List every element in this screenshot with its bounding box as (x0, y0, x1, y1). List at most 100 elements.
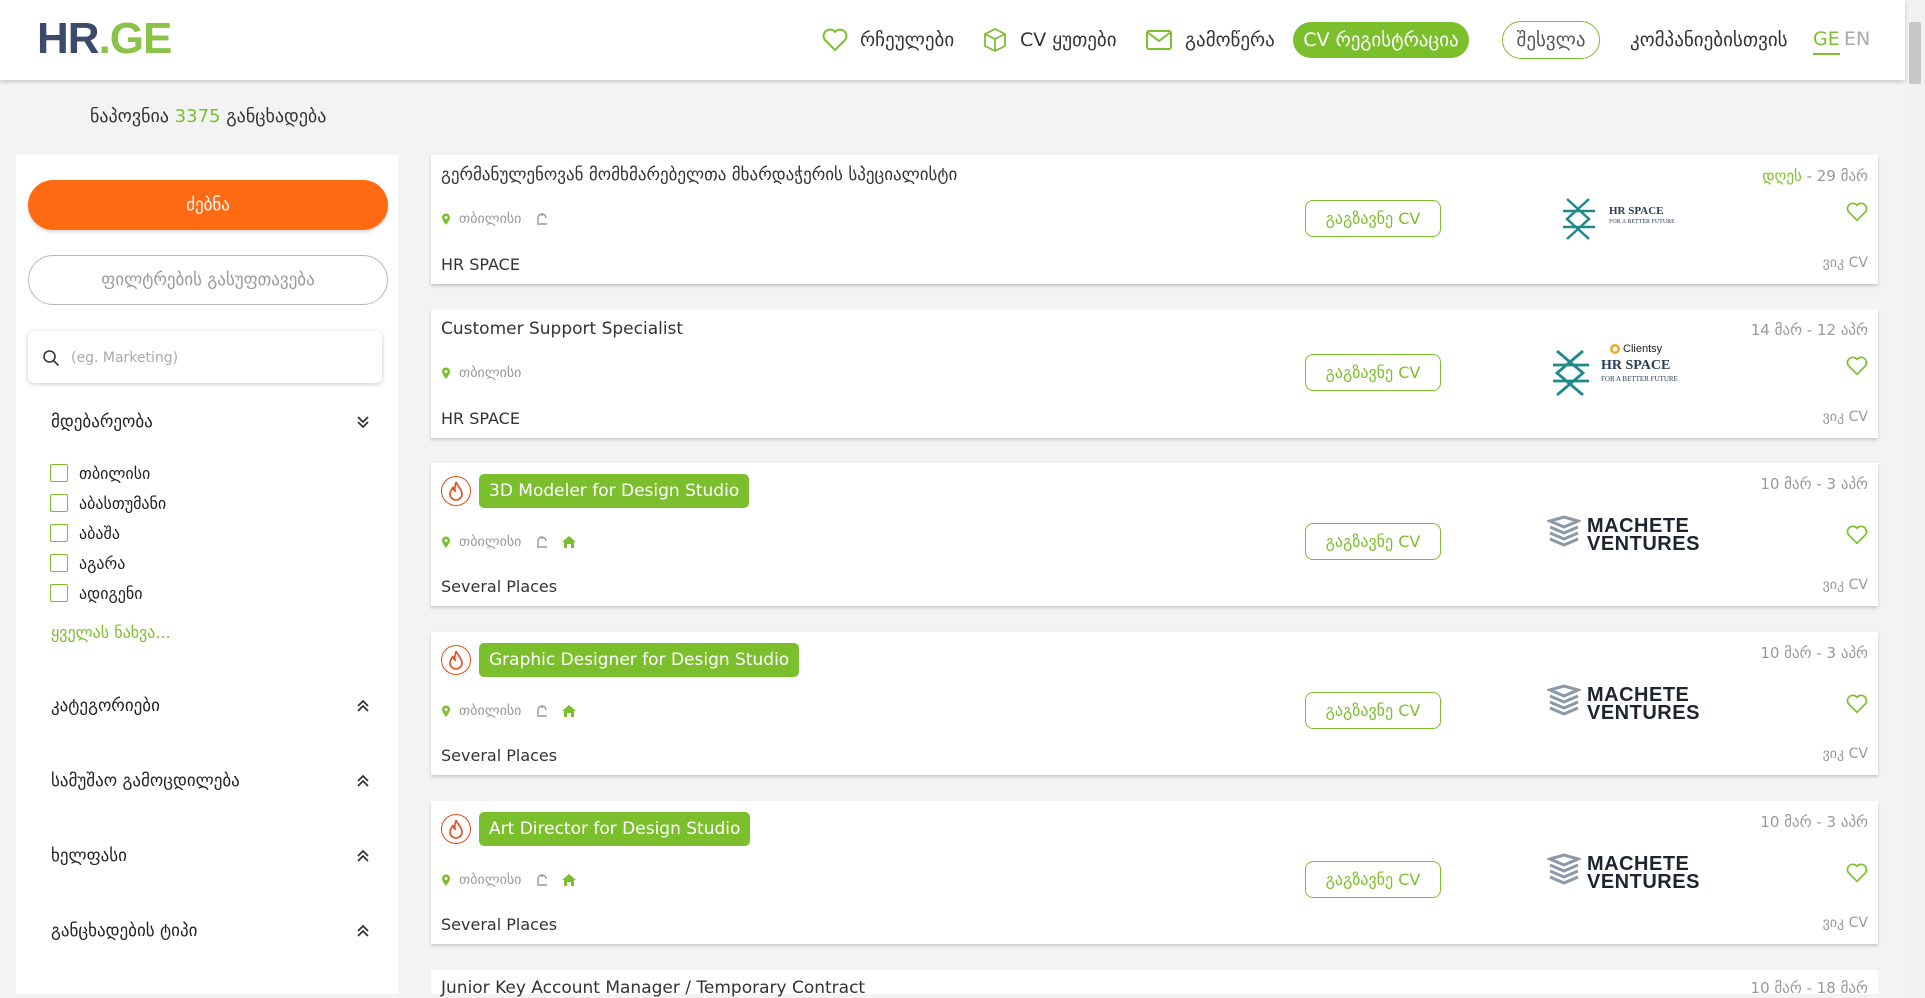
location-option[interactable]: ადიგენი (50, 581, 143, 605)
checkbox[interactable] (50, 554, 68, 572)
keyword-search-box (28, 331, 382, 383)
lang-ge[interactable]: GE (1813, 28, 1840, 55)
job-title[interactable]: Customer Support Specialist (441, 319, 683, 339)
filter-salary-toggle[interactable]: ხელფასი (51, 846, 381, 874)
page-scrollbar[interactable] (1905, 0, 1925, 994)
nav-favorites[interactable]: რჩეულები (822, 0, 954, 80)
location-option-label: აგარა (79, 553, 126, 573)
nav-subscribe[interactable]: გამოწერა (1145, 0, 1275, 80)
search-button[interactable]: ძებნა (28, 180, 388, 230)
cv-register-button[interactable]: CV რეგისტრაცია (1293, 22, 1469, 58)
logo-ge: GE (109, 14, 173, 63)
heart-icon[interactable] (1846, 694, 1868, 714)
send-cv-button[interactable]: გაგზავნე CV (1305, 523, 1441, 560)
job-meta: თბილისი (441, 365, 535, 381)
results-count: ნაპოვნია 3375 განცხადება (90, 106, 326, 127)
company-logo[interactable]: MACHETE VENTURES (1547, 513, 1707, 573)
filter-title: განცხადების ტიპი (51, 921, 198, 941)
job-card[interactable]: Graphic Designer for Design Studio 10 მა… (431, 632, 1878, 775)
location-option[interactable]: აბასთუმანი (50, 491, 166, 515)
filter-sidebar: ძებნა ფილტრების გასუფთავება მდებარეობა თ… (16, 155, 398, 994)
job-card[interactable]: გერმანულენოვან მომხმარებელთა მხარდაჭერის… (431, 155, 1878, 284)
location-option[interactable]: თბილისი (50, 461, 150, 485)
job-company[interactable]: Several Places (441, 746, 557, 765)
cv-tag: ვიკ CV (1822, 915, 1868, 931)
lang-en[interactable]: EN (1844, 28, 1870, 50)
chevron-double-up-icon (357, 699, 369, 712)
job-date: 10 მარ - 3 აპრ (1760, 475, 1868, 493)
location-option[interactable]: აგარა (50, 551, 125, 575)
chevron-double-down-icon (357, 416, 369, 429)
filter-location-toggle[interactable]: მდებარეობა (51, 412, 381, 440)
job-title[interactable]: Graphic Designer for Design Studio (479, 643, 800, 677)
job-company[interactable]: HR SPACE (441, 409, 520, 428)
job-title[interactable]: Art Director for Design Studio (479, 812, 751, 846)
job-date-range: 10 მარ - 3 აპრ (1760, 813, 1868, 831)
job-card[interactable]: Junior Key Account Manager / Temporary C… (431, 970, 1878, 998)
checkbox[interactable] (50, 524, 68, 542)
company-logo[interactable]: MACHETE VENTURES (1547, 851, 1707, 911)
job-company[interactable]: Several Places (441, 915, 557, 934)
send-cv-button[interactable]: გაგზავნე CV (1305, 354, 1441, 391)
see-all-locations-link[interactable]: ყველას ნახვა... (51, 623, 171, 642)
chevron-double-up-icon (357, 774, 369, 787)
home-icon (561, 535, 577, 549)
company-logo[interactable]: MACHETE VENTURES (1547, 682, 1707, 742)
clear-filters-button[interactable]: ფილტრების გასუფთავება (28, 255, 388, 305)
location-option[interactable]: აბაშა (50, 521, 120, 545)
heart-icon[interactable] (1846, 525, 1868, 545)
job-title[interactable]: გერმანულენოვან მომხმარებელთა მხარდაჭერის… (441, 165, 957, 185)
job-date-range: 10 მარ - 3 აპრ (1760, 644, 1868, 662)
nav-cv-boxes[interactable]: CV ყუთები (982, 0, 1117, 80)
job-card[interactable]: Art Director for Design Studio 10 მარ - … (431, 801, 1878, 944)
send-cv-button[interactable]: გაგზავნე CV (1305, 200, 1441, 237)
login-button[interactable]: შესვლა (1502, 21, 1600, 59)
send-cv-button[interactable]: გაგზავნე CV (1305, 692, 1441, 729)
location-pin-icon (442, 536, 450, 548)
job-card[interactable]: 3D Modeler for Design Studio 10 მარ - 3 … (431, 463, 1878, 606)
filter-categories-toggle[interactable]: კატეგორიები (51, 696, 381, 724)
site-logo[interactable]: HR.GE (37, 14, 173, 64)
heart-icon[interactable] (1846, 356, 1868, 376)
job-date: 10 მარ - 3 აპრ (1760, 813, 1868, 831)
results-number: 3375 (174, 106, 221, 127)
keyword-input[interactable] (69, 343, 373, 373)
checkbox[interactable] (50, 494, 68, 512)
job-city: თბილისი (459, 365, 522, 381)
checkbox[interactable] (50, 584, 68, 602)
chevron-double-up-icon (357, 924, 369, 937)
job-card[interactable]: Customer Support Specialist 14 მარ - 12 … (431, 309, 1878, 438)
nav-for-companies[interactable]: კომპანიებისთვის (1630, 0, 1788, 80)
location-option-label: თბილისი (79, 463, 151, 483)
hot-job-badge (441, 645, 471, 675)
heart-icon[interactable] (1846, 863, 1868, 883)
job-company[interactable]: HR SPACE (441, 255, 520, 274)
top-header: HR.GE რჩეულები CV ყუთები გამოწერა CV რეგ… (0, 0, 1905, 80)
job-city: თბილისი (459, 534, 522, 550)
location-option-label: აბასთუმანი (79, 493, 167, 513)
logo-text: VENTURES (1587, 871, 1700, 893)
cv-tag: ვიკ CV (1822, 746, 1868, 762)
filter-type-toggle[interactable]: განცხადების ტიპი (51, 921, 381, 949)
company-logo[interactable]: Clientsy HR SPACE FOR A BETTER FUTURE (1549, 341, 1709, 401)
send-cv-button[interactable]: გაგზავნე CV (1305, 861, 1441, 898)
envelope-icon (1146, 30, 1172, 50)
filter-experience-toggle[interactable]: სამუშაო გამოცდილება (51, 771, 381, 799)
logo-tagline: FOR A BETTER FUTURE (1601, 375, 1678, 383)
location-option-label: ადიგენი (79, 583, 143, 603)
job-date-range: 14 მარ - 12 აპრ (1750, 321, 1868, 339)
job-date: 10 მარ - 18 მარ (1751, 979, 1868, 997)
heart-icon[interactable] (1846, 202, 1868, 222)
job-company[interactable]: Several Places (441, 577, 557, 596)
company-logo[interactable]: HR SPACE FOR A BETTER FUTURE (1555, 189, 1705, 249)
logo-text: HR SPACE (1609, 205, 1664, 217)
job-city: თბილისი (459, 211, 522, 227)
job-title[interactable]: Junior Key Account Manager / Temporary C… (441, 978, 865, 998)
filter-title: კატეგორიები (51, 696, 160, 716)
job-date-today: დღეს (1762, 167, 1802, 185)
location-pin-icon (442, 367, 450, 379)
job-title[interactable]: 3D Modeler for Design Studio (479, 474, 750, 508)
checkbox[interactable] (50, 464, 68, 482)
salary-icon (535, 535, 549, 549)
scrollbar-thumb[interactable] (1909, 22, 1921, 84)
